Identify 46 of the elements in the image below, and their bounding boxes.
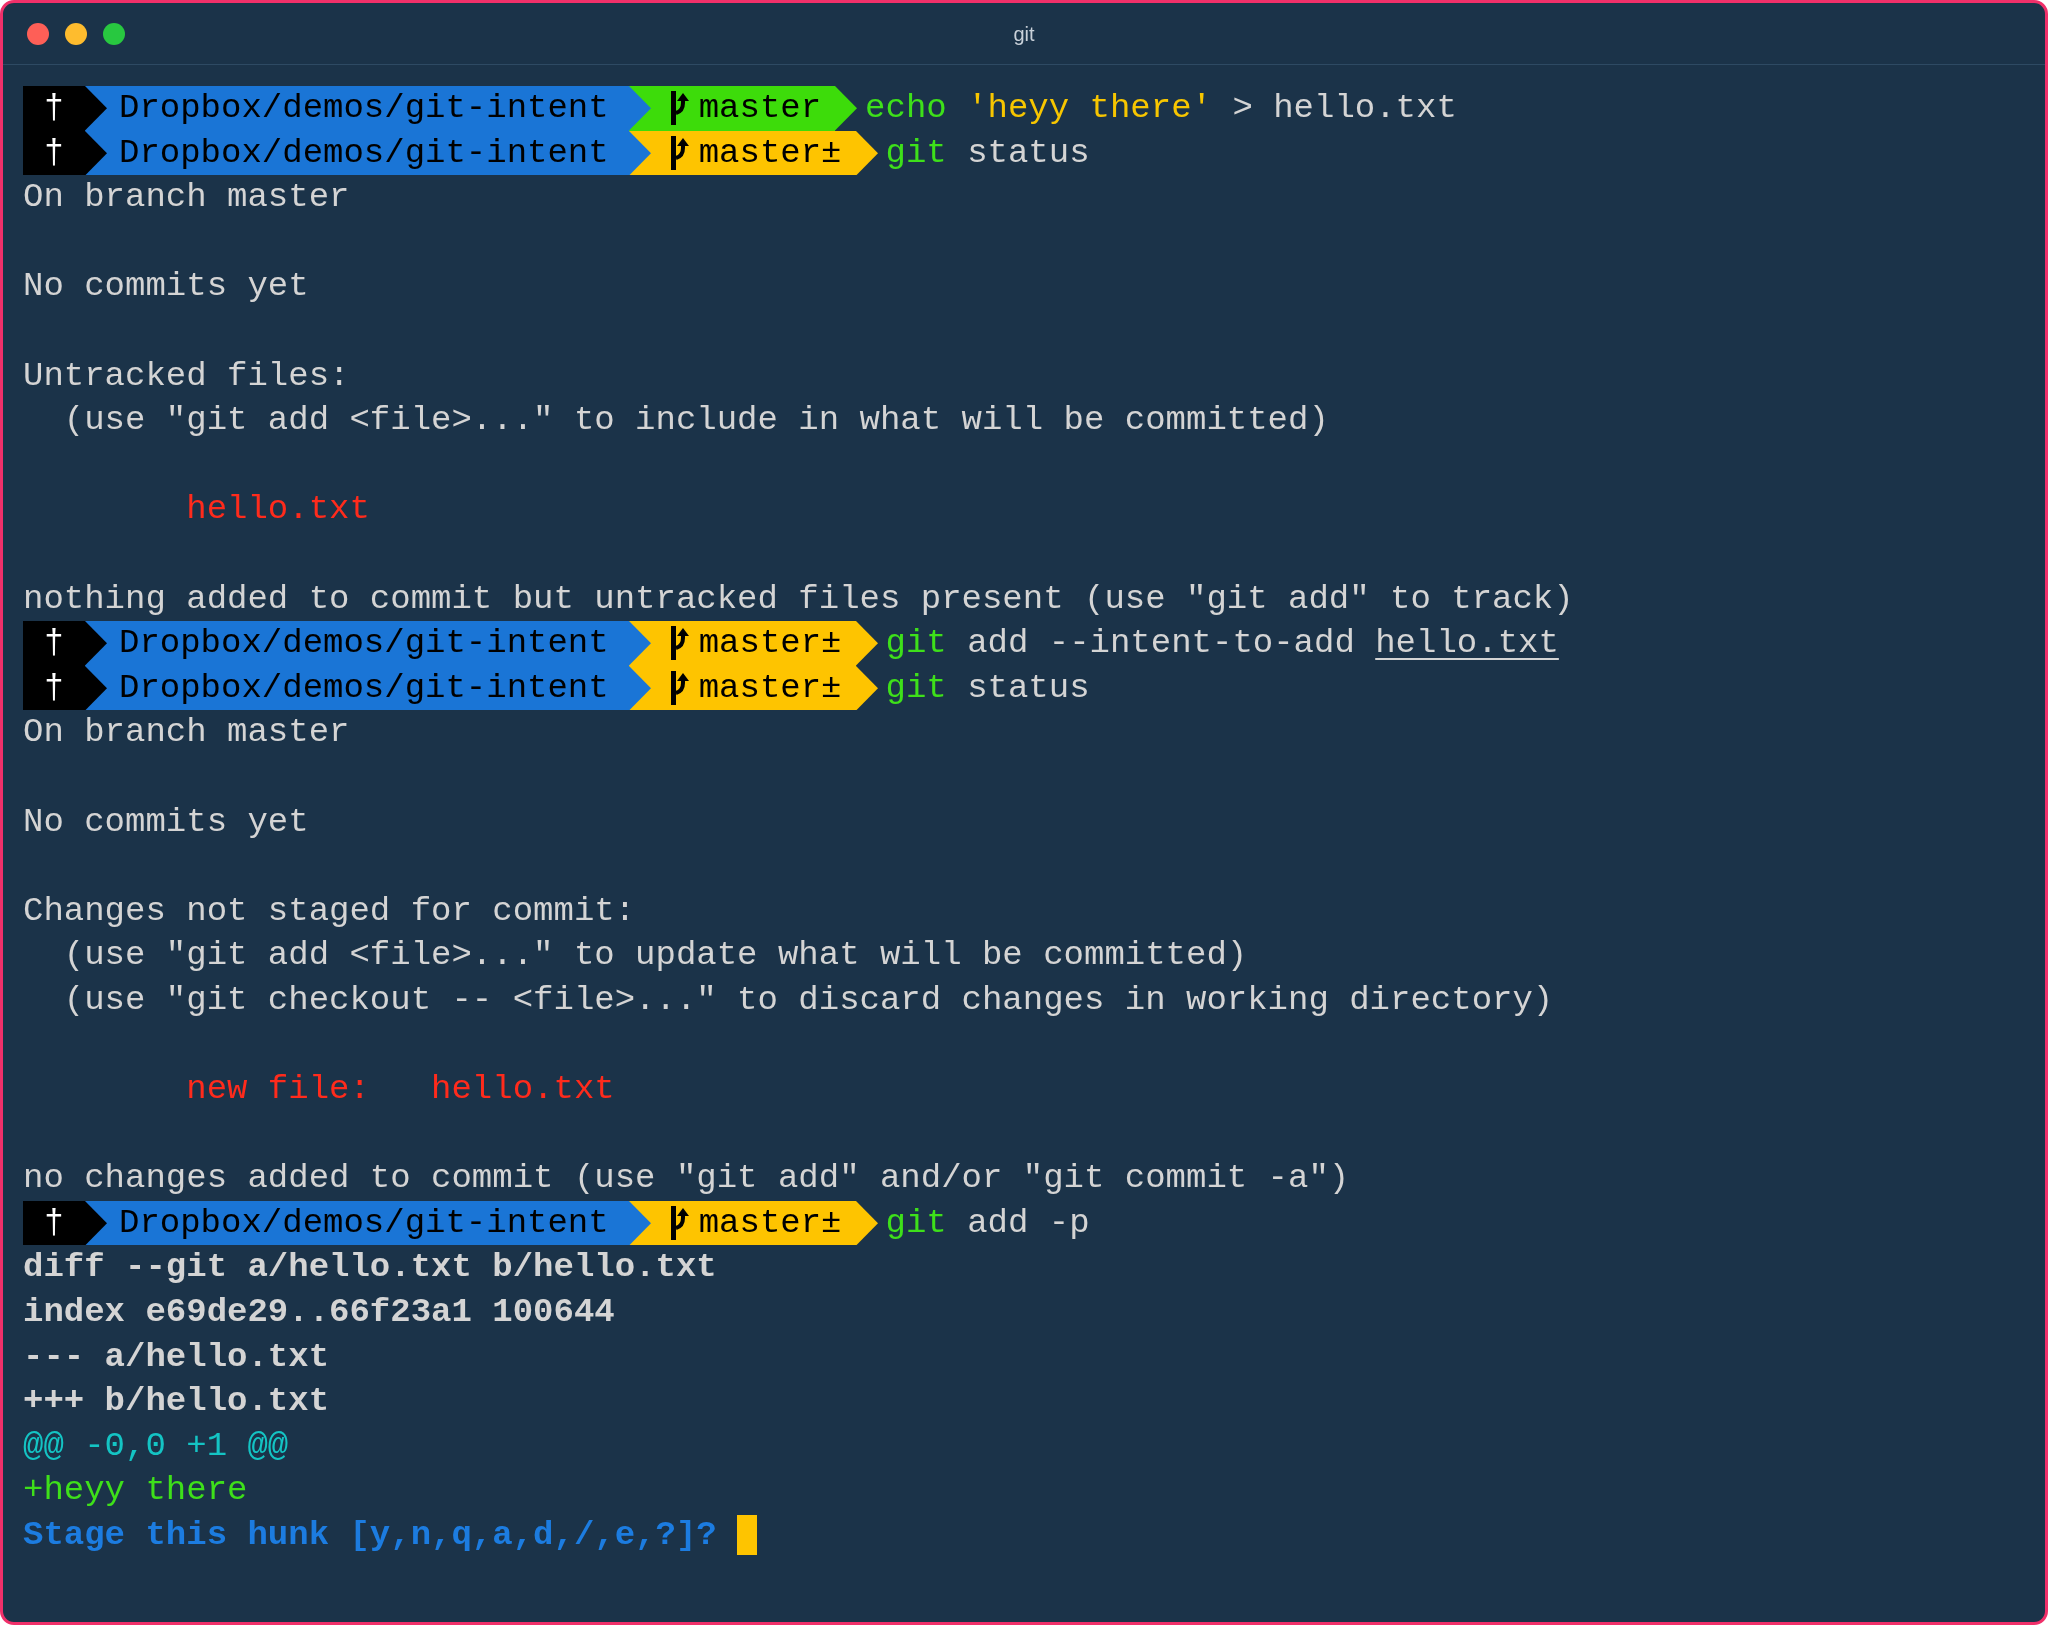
- branch-icon: [668, 91, 689, 126]
- diff-header-text: diff --git a/hello.txt b/hello.txt: [23, 1247, 717, 1289]
- zoom-button[interactable]: [103, 22, 125, 45]
- hunk-header-text: @@ -0,0 +1 @@: [23, 1425, 289, 1467]
- terminal-text: > hello.txt: [1231, 88, 1457, 129]
- string-argument: 'heyy there': [967, 88, 1212, 129]
- status-text: hello.txt: [185, 489, 370, 531]
- minimize-button[interactable]: [65, 22, 87, 45]
- terminal-text: On branch master: [23, 712, 350, 754]
- diff-header-text: --- a/hello.txt: [23, 1336, 330, 1378]
- command-name: git: [885, 1202, 947, 1244]
- branch-name: master±: [698, 1202, 842, 1244]
- command-name: git: [885, 132, 947, 174]
- status-text: new file: hello.txt: [185, 1069, 615, 1111]
- command-name: echo: [865, 88, 948, 129]
- terminal-text: add --intent-to-add: [966, 623, 1356, 665]
- command-name: git: [885, 623, 947, 665]
- terminal-text: status: [966, 667, 1090, 709]
- terminal-text: status: [966, 132, 1090, 174]
- branch-name: master±: [698, 667, 842, 709]
- diff-header-text: index e69de29..66f23a1 100644: [23, 1292, 615, 1334]
- terminal-text: (use "git add <file>..." to update what will be committed): [62, 935, 1248, 977]
- terminal-text: On branch master: [23, 177, 350, 219]
- terminal-text: no changes added to commit (use "git add" and/or "git commit -a"): [23, 1158, 1350, 1200]
- close-button[interactable]: [27, 22, 49, 45]
- terminal-text: (use "git checkout -- <file>..." to discard changes in working directory): [62, 979, 1554, 1021]
- added-line-text: +heyy there: [23, 1470, 248, 1512]
- branch-name: master±: [698, 623, 842, 665]
- window-title: git: [1013, 21, 1035, 47]
- branch-icon: [668, 1206, 689, 1241]
- branch-name: master: [698, 88, 822, 129]
- terminal-text: No commits yet: [23, 801, 309, 843]
- diff-header-text: +++ b/hello.txt: [23, 1381, 330, 1423]
- terminal-text: (use "git add <file>..." to include in what will be committed): [62, 400, 1329, 442]
- terminal-text: nothing added to commit but untracked files present (use "git add" to track): [23, 578, 1574, 620]
- prompt-question-text: Stage this hunk [y,n,q,a,d,/,e,?]?: [23, 1515, 718, 1556]
- terminal-text: Changes not staged for commit:: [23, 890, 636, 932]
- branch-icon: [668, 626, 689, 661]
- branch-icon: [668, 671, 689, 705]
- branch-icon: [668, 135, 689, 170]
- terminal-text: add -p: [966, 1202, 1090, 1244]
- file-path: hello.txt: [1375, 623, 1559, 665]
- branch-name: master±: [698, 132, 842, 174]
- command-name: git: [885, 667, 947, 709]
- terminal-text: Untracked files:: [23, 355, 350, 397]
- terminal-text: No commits yet: [23, 266, 309, 308]
